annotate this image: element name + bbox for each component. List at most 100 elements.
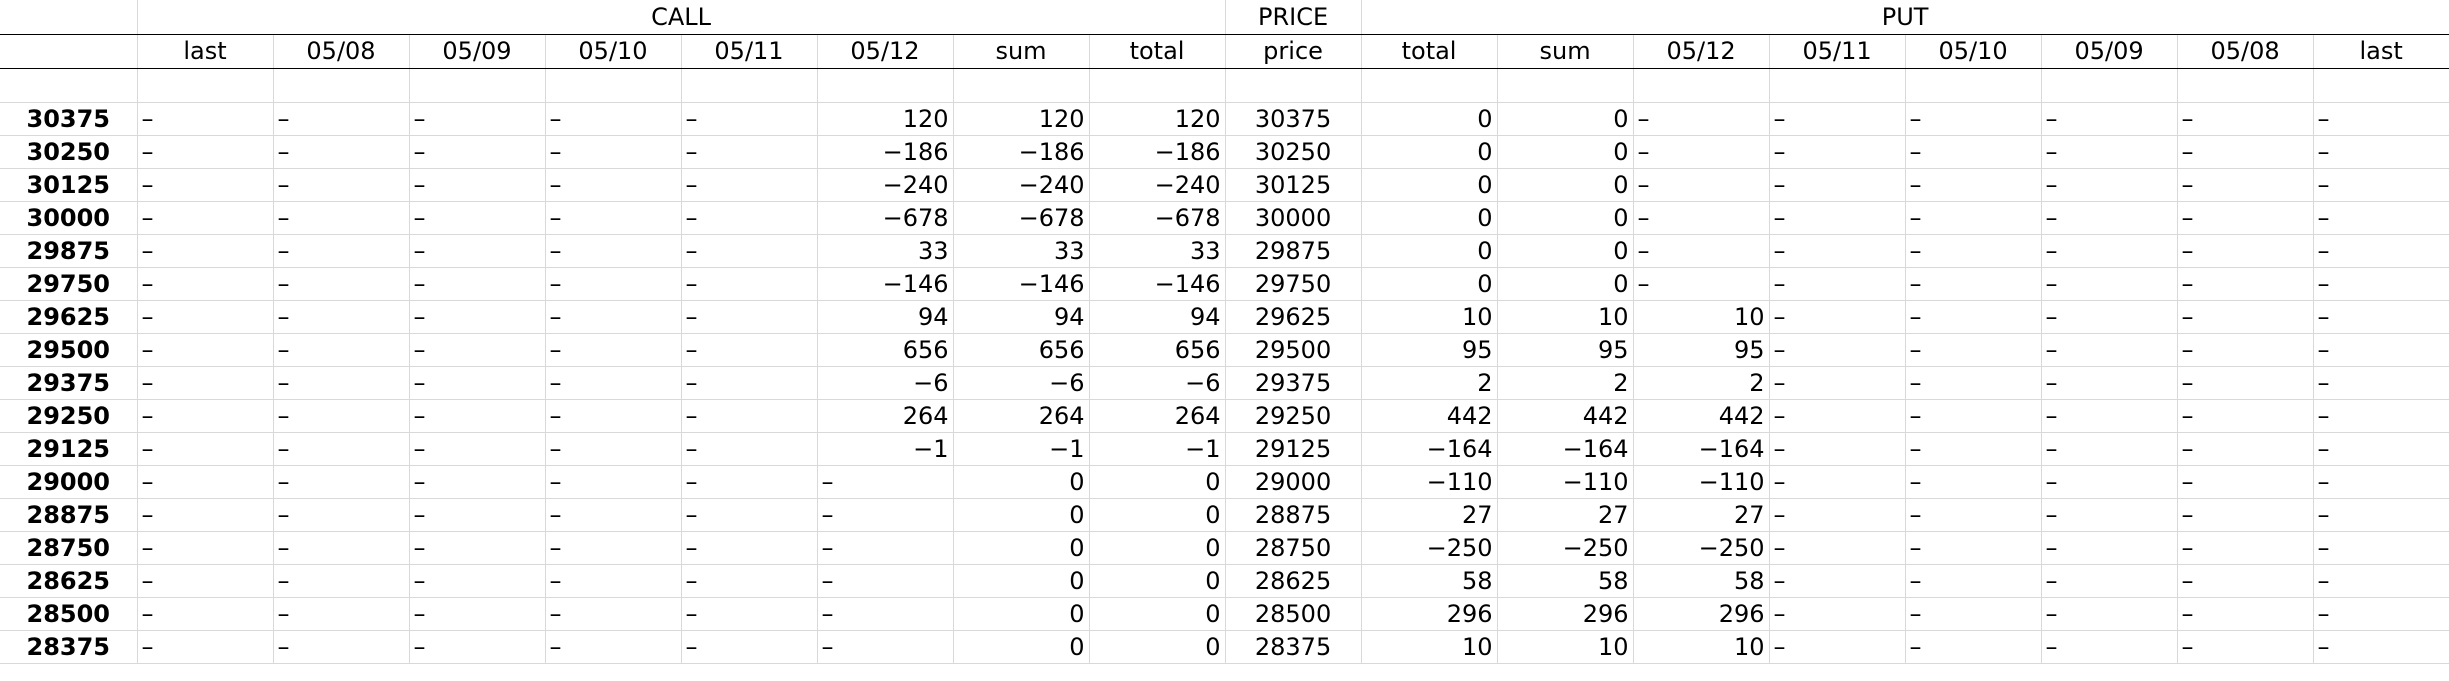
call-col-header[interactable]: total [1089,34,1226,69]
put-col-header[interactable]: 05/12 [1633,34,1770,69]
put-cell[interactable]: 0 [1497,135,1634,169]
call-cell[interactable]: −186 [953,135,1090,169]
put-cell[interactable]: – [1769,300,1906,334]
call-cell[interactable]: −678 [953,201,1090,235]
blank-cell[interactable] [545,68,682,103]
call-cell[interactable]: – [137,630,274,664]
blank-row-header[interactable] [0,68,138,103]
call-cell[interactable]: – [137,531,274,565]
price-cell[interactable]: 29250 [1225,399,1362,433]
blank-cell[interactable] [2313,68,2449,103]
price-cell[interactable]: 28375 [1225,630,1362,664]
call-cell[interactable]: – [409,201,546,235]
put-cell[interactable]: – [2177,564,2314,598]
call-cell[interactable]: 0 [1089,531,1226,565]
put-cell[interactable]: – [2313,465,2449,499]
call-cell[interactable]: – [681,498,818,532]
call-cell[interactable]: – [273,333,410,367]
put-cell[interactable]: – [2313,564,2449,598]
call-cell[interactable]: – [273,267,410,301]
put-cell[interactable]: – [1769,564,1906,598]
put-cell[interactable]: – [2177,234,2314,268]
call-cell[interactable]: – [137,498,274,532]
row-header-strike[interactable]: 29000 [0,465,138,499]
put-cell[interactable]: – [1769,234,1906,268]
put-col-header[interactable]: sum [1497,34,1634,69]
blank-cell[interactable] [273,68,410,103]
call-cell[interactable]: 120 [953,102,1090,136]
call-cell[interactable]: – [273,135,410,169]
put-cell[interactable]: – [1633,168,1770,202]
put-cell[interactable]: – [2177,432,2314,466]
put-cell[interactable]: 10 [1497,630,1634,664]
put-col-header[interactable]: 05/10 [1905,34,2042,69]
blank-cell[interactable] [681,68,818,103]
put-cell[interactable]: 0 [1497,168,1634,202]
put-cell[interactable]: – [2313,498,2449,532]
put-cell[interactable]: 0 [1497,234,1634,268]
put-cell[interactable]: −164 [1361,432,1498,466]
call-cell[interactable]: 0 [953,630,1090,664]
call-cell[interactable]: −146 [953,267,1090,301]
call-cell[interactable]: −678 [817,201,954,235]
put-cell[interactable]: – [2041,630,2178,664]
row-header-strike[interactable]: 30000 [0,201,138,235]
call-cell[interactable]: – [545,135,682,169]
call-col-header[interactable]: sum [953,34,1090,69]
call-cell[interactable]: – [817,630,954,664]
row-header-strike[interactable]: 29500 [0,333,138,367]
call-cell[interactable]: – [409,168,546,202]
call-cell[interactable]: −6 [953,366,1090,400]
put-cell[interactable]: – [1905,267,2042,301]
put-cell[interactable]: – [1769,366,1906,400]
put-cell[interactable]: – [2313,531,2449,565]
put-cell[interactable]: – [1769,102,1906,136]
call-cell[interactable]: – [409,267,546,301]
put-cell[interactable]: – [1769,465,1906,499]
call-cell[interactable]: – [545,102,682,136]
call-cell[interactable]: – [817,564,954,598]
call-cell[interactable]: – [137,399,274,433]
call-cell[interactable]: – [409,531,546,565]
put-cell[interactable]: – [1905,630,2042,664]
put-cell[interactable]: – [2041,564,2178,598]
put-cell[interactable]: – [2313,201,2449,235]
price-cell[interactable]: 28625 [1225,564,1362,598]
call-cell[interactable]: 0 [1089,498,1226,532]
call-cell[interactable]: – [273,630,410,664]
put-cell[interactable]: – [2041,465,2178,499]
put-cell[interactable]: – [1905,399,2042,433]
call-cell[interactable]: −240 [1089,168,1226,202]
blank-cell[interactable] [1769,68,1906,103]
put-cell[interactable]: – [1905,531,2042,565]
put-cell[interactable]: – [1905,168,2042,202]
call-cell[interactable]: – [681,465,818,499]
put-cell[interactable]: – [2041,399,2178,433]
call-col-header[interactable]: 05/11 [681,34,818,69]
call-cell[interactable]: – [409,102,546,136]
put-cell[interactable]: – [1905,432,2042,466]
call-cell[interactable]: – [409,498,546,532]
put-cell[interactable]: – [2313,102,2449,136]
put-cell[interactable]: – [1769,267,1906,301]
price-cell[interactable]: 28875 [1225,498,1362,532]
price-cell[interactable]: 29500 [1225,333,1362,367]
call-cell[interactable]: – [409,465,546,499]
call-cell[interactable]: 0 [1089,597,1226,631]
put-cell[interactable]: – [2041,102,2178,136]
put-cell[interactable]: – [1769,399,1906,433]
put-cell[interactable]: – [2041,267,2178,301]
call-cell[interactable]: – [681,531,818,565]
put-cell[interactable]: 10 [1361,300,1498,334]
call-cell[interactable]: −240 [817,168,954,202]
call-cell[interactable]: – [137,135,274,169]
call-cell[interactable]: – [137,267,274,301]
put-cell[interactable]: 95 [1497,333,1634,367]
put-cell[interactable]: 58 [1497,564,1634,598]
put-cell[interactable]: – [2041,366,2178,400]
put-cell[interactable]: – [1769,498,1906,532]
blank-cell[interactable] [953,68,1090,103]
put-cell[interactable]: – [1905,465,2042,499]
call-cell[interactable]: – [681,630,818,664]
row-header-strike[interactable]: 30375 [0,102,138,136]
